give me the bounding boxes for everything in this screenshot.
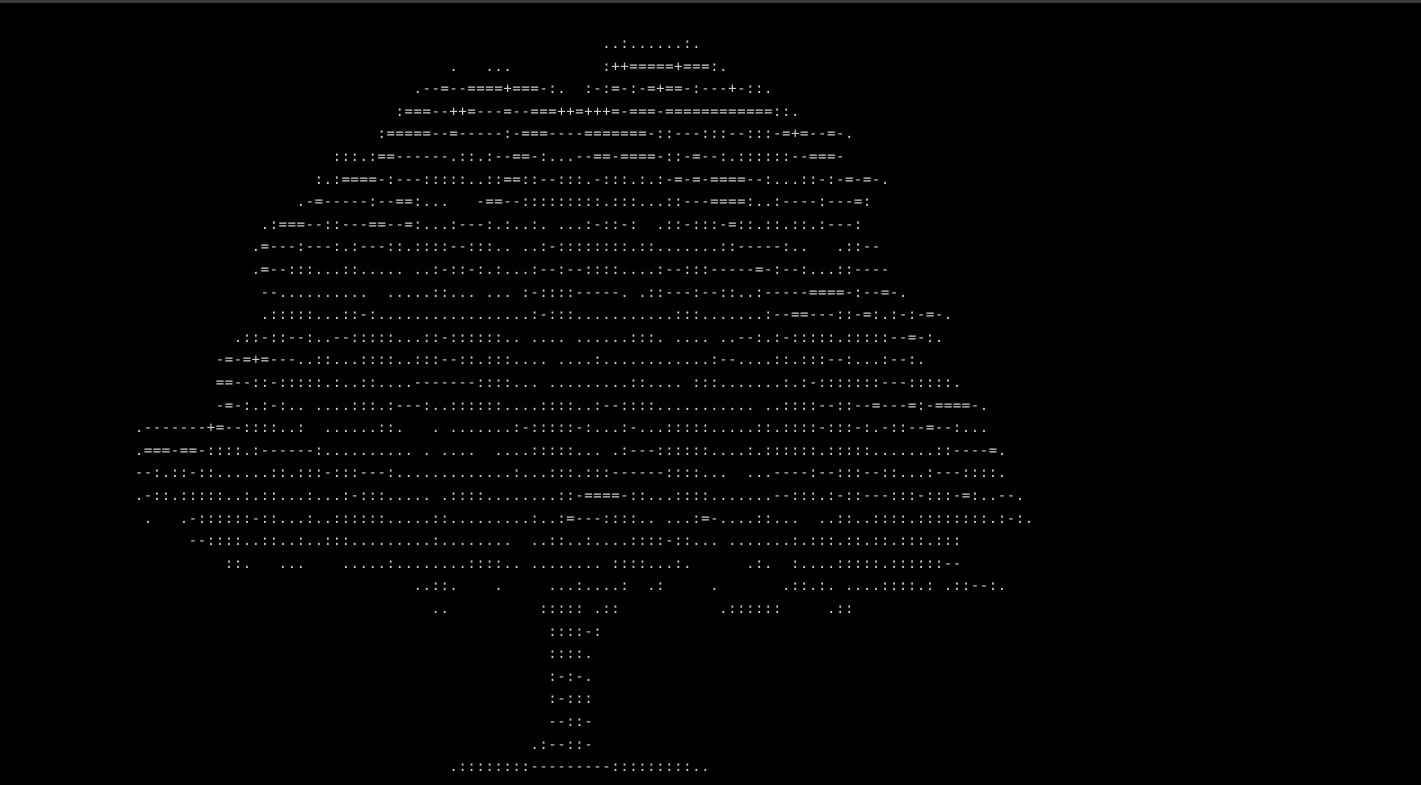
- terminal-line: .===-==-::::.:------:.......... . .... .…: [0, 442, 1007, 459]
- terminal-line: --::::..::..:..:::.........:........ ..:…: [0, 533, 962, 550]
- terminal-line: ..:......:.: [0, 36, 702, 52]
- terminal-line: ::::.: [0, 646, 594, 663]
- terminal-line: .=---:---:.:---::.::::--:::.. ..:-::::::…: [0, 239, 881, 256]
- terminal-line: ..::. . ...:....: .: . .::.:. ....::::.:…: [0, 578, 1007, 595]
- terminal-line: . .-::::::-::...:..::::::.....::........…: [0, 510, 1034, 527]
- terminal-line: -=-=+=---..::...::::..:::--::.:::.... ..…: [0, 352, 926, 369]
- terminal-line: .. ::::: .:: .:::::: .::: [0, 601, 854, 617]
- terminal-line: :-:-.: [0, 668, 594, 685]
- terminal-line: :.:====-:---:::::..::==::--:::.-:::.:.:-…: [0, 171, 890, 188]
- terminal-line: --.......... .....::... ... :-::::-----.…: [0, 284, 908, 301]
- terminal-line: :-:::: [0, 691, 594, 708]
- terminal-line: ::::-:: [0, 623, 603, 640]
- terminal-line: :::.:==------.::.:--==-:...--==-====-::-…: [0, 149, 845, 165]
- terminal-line: --:.::-::......::.:::-:::---:...........…: [0, 465, 1007, 482]
- terminal-line: :=====--=-----:-===----=======-::---:::-…: [0, 126, 854, 143]
- terminal-line: .-::.:::::..:.::...:...:-:::..... .::::.…: [0, 488, 1025, 504]
- terminal-line: .:::::...::-:.................:-:::.....…: [0, 307, 953, 324]
- terminal-line: ::. ... .....:........::::.. ........ ::…: [0, 555, 962, 572]
- terminal-line: .-=-----:--==:... -==--:::::::::.:::...:…: [0, 194, 872, 211]
- terminal-line: . ... :++=====+===:.: [0, 58, 729, 75]
- terminal-window: ..:......:. . ... :++=====+===:. .--=--=…: [0, 0, 1421, 785]
- terminal-line: .::::::::---------:::::::::..: [0, 759, 711, 776]
- terminal-line: --::-: [0, 714, 594, 730]
- terminal-line: -=-:.:-:.. ....:::.:---:..::::::....::::…: [0, 397, 989, 414]
- terminal-line: .:===--::---==--=:...:---:.:..:. ...:-::…: [0, 216, 863, 233]
- terminal-line: .=--:::...::..... ..:-::-:.:...:--:--:::…: [0, 262, 890, 278]
- terminal-line: :===--++=---=--===++=+++=-===-==========…: [0, 103, 800, 120]
- terminal-line: .:--::-: [0, 736, 594, 753]
- terminal-line: .--=--====+===-:. :-:=-:-=+==-:---+-::.: [0, 81, 774, 98]
- terminal-line: .-------+=--::::..: ......::. . .......:…: [0, 420, 989, 437]
- terminal-output: ..:......:. . ... :++=====+===:. .--=--=…: [0, 33, 1421, 785]
- terminal-line: .::-::--:..--:::::...::-::::::.. .... ..…: [0, 329, 944, 346]
- terminal-line: ==--::-:::::.:..::....-------::::... ...…: [0, 375, 962, 391]
